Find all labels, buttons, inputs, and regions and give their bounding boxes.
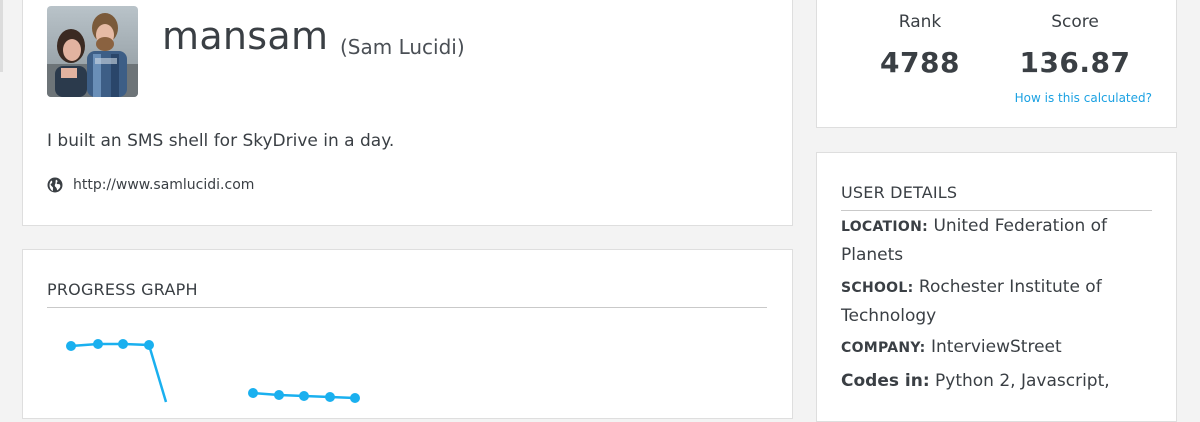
company-value: InterviewStreet	[930, 337, 1062, 357]
username: mansam	[162, 14, 329, 58]
progress-graph	[66, 339, 360, 403]
profile-bio: I built an SMS shell for SkyDrive in a d…	[47, 131, 395, 151]
website-url: http://www.samlucidi.com	[73, 177, 255, 193]
avatar[interactable]	[47, 6, 138, 97]
user-details-title: USER DETAILS	[841, 183, 958, 202]
profile-card: mansam (Sam Lucidi) I built an SMS shell…	[22, 0, 793, 226]
progress-point	[118, 339, 128, 349]
progress-line	[70, 342, 168, 403]
left-edge-divider	[0, 0, 3, 72]
codes-in-label: Codes in:	[841, 371, 930, 391]
detail-codes-in: Codes in: Python 2, Javascript,	[841, 367, 1141, 395]
school-label: SCHOOL:	[841, 280, 914, 296]
score-value: 136.87	[1019, 46, 1131, 79]
location-label: LOCATION:	[841, 219, 929, 235]
company-label: COMPANY:	[841, 340, 926, 356]
codes-in-value: Python 2, Javascript,	[935, 371, 1110, 391]
user-details-divider	[841, 210, 1152, 211]
rank-label: Rank	[898, 12, 942, 32]
rank-value: 4788	[880, 46, 960, 79]
progress-point	[144, 340, 154, 350]
progress-point	[248, 388, 258, 398]
avatar-photo	[47, 6, 138, 97]
detail-company: COMPANY: InterviewStreet	[841, 333, 1141, 362]
progress-graph-card: PROGRESS GRAPH	[22, 249, 793, 419]
detail-location: LOCATION: United Federation of Planets	[841, 212, 1141, 269]
detail-school: SCHOOL: Rochester Institute of Technolog…	[841, 273, 1141, 330]
how-calculated-link[interactable]: How is this calculated?	[1015, 91, 1152, 105]
full-name: (Sam Lucidi)	[340, 35, 465, 59]
progress-point	[66, 341, 76, 351]
user-details-card: USER DETAILS LOCATION: United Federation…	[816, 152, 1177, 422]
progress-point	[350, 393, 360, 403]
score-label: Score	[1051, 12, 1099, 32]
website-link[interactable]: http://www.samlucidi.com	[47, 177, 254, 193]
progress-point	[325, 392, 335, 402]
globe-icon	[47, 177, 63, 193]
progress-point	[274, 390, 284, 400]
progress-point	[93, 339, 103, 349]
rank-score-card: Rank Score 4788 136.87 How is this calcu…	[816, 0, 1177, 128]
